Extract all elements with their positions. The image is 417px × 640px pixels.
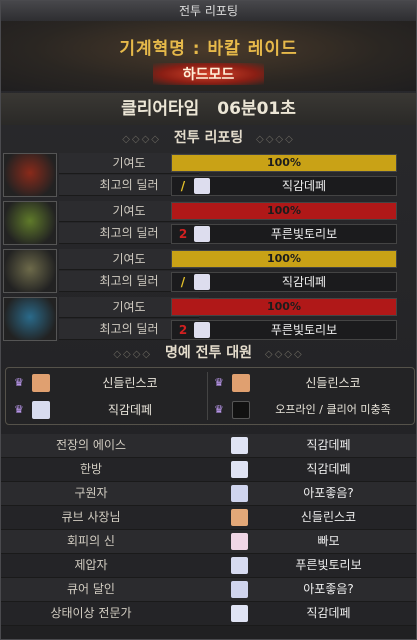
number-2-icon: 2 xyxy=(178,227,188,241)
title-row[interactable]: 회피의 신 빠모 xyxy=(1,530,416,554)
honor-member[interactable]: ♛ 직감데페 xyxy=(6,397,206,423)
top-dealer[interactable]: 2 푸른빛토리보 xyxy=(171,320,397,340)
title-player: 직감데페 xyxy=(306,462,351,476)
difficulty-badge: 하드모드 xyxy=(152,63,265,85)
divider xyxy=(207,372,208,420)
title-label: 전장의 에이스 xyxy=(55,438,127,452)
top-dealer[interactable]: 2 푸른빛토리보 xyxy=(171,224,397,244)
character-icon xyxy=(194,178,210,194)
window-title: 전투 리포팅 xyxy=(1,1,416,22)
title-row[interactable]: 전장의 에이스 직감데페 xyxy=(1,434,416,458)
title-row[interactable]: 상태이상 전문가 직감데페 xyxy=(1,602,416,626)
avatar xyxy=(231,485,248,502)
top-dealer-name: 직감데페 xyxy=(281,179,327,193)
contribution-value: 100% xyxy=(267,204,301,217)
honor-member-name: 신들린스코 xyxy=(102,376,158,390)
avatar xyxy=(231,605,248,622)
title-list: 전장의 에이스 직감데페 한방 직감데페 구원자 아포좋음? 큐브 사장님 신들… xyxy=(1,434,416,626)
title-row[interactable]: 제압자 푸른빛토리보 xyxy=(1,554,416,578)
divider-deco-icon: ◇◇◇◇ xyxy=(256,134,295,145)
clear-time-row: 클리어타임 06분01초 xyxy=(1,93,416,125)
party-row: 기여도 최고의 딜러 100% / 직감데페 xyxy=(3,249,415,295)
contribution-bar: 100% xyxy=(171,202,397,220)
slash-icon: / xyxy=(180,275,186,289)
honor-member[interactable]: ♛ 신들린스코 xyxy=(6,370,206,396)
avatar xyxy=(231,509,248,526)
crown-icon: ♛ xyxy=(214,403,224,416)
avatar xyxy=(231,581,248,598)
title-player: 신들린스코 xyxy=(300,510,357,524)
crown-icon: ♛ xyxy=(214,376,224,389)
character-icon xyxy=(194,274,210,290)
title-player: 직감데페 xyxy=(306,606,351,620)
boss-portrait-icon xyxy=(3,153,57,197)
avatar xyxy=(231,461,248,478)
battle-report-header: ◇◇◇◇ 전투 리포팅 ◇◇◇◇ xyxy=(1,127,416,149)
honor-header: ◇◇◇◇ 명예 전투 대원 ◇◇◇◇ xyxy=(1,342,416,364)
battle-report-title: 전투 리포팅 xyxy=(173,130,244,146)
avatar xyxy=(231,533,248,550)
divider-deco-icon: ◇◇◇◇ xyxy=(122,134,161,145)
crown-icon: ♛ xyxy=(14,376,24,389)
boss-portrait-icon xyxy=(3,297,57,341)
title-row[interactable]: 큐어 달인 아포좋음? xyxy=(1,578,416,602)
title-player: 아포좋음? xyxy=(303,486,354,500)
title-label: 큐어 달인 xyxy=(67,582,115,596)
top-dealer-name: 직감데페 xyxy=(281,275,327,289)
title-label: 큐브 사장님 xyxy=(61,510,121,524)
clear-time-value: 06분01초 xyxy=(217,99,296,119)
empty-avatar xyxy=(232,401,250,419)
boss-portrait-icon xyxy=(3,249,57,293)
slash-icon: / xyxy=(180,179,186,193)
title-label: 구원자 xyxy=(74,486,108,500)
title-row[interactable]: 한방 직감데페 xyxy=(1,458,416,482)
honor-members-box: ♛ 신들린스코 ♛ 신들린스코 ♛ 직감데페 ♛ 오프라인 / 클리어 미충족 xyxy=(5,367,415,425)
number-2-icon: 2 xyxy=(178,323,188,337)
top-dealer[interactable]: / 직감데페 xyxy=(171,272,397,292)
title-player: 직감데페 xyxy=(306,438,351,452)
contribution-bar: 100% xyxy=(171,250,397,268)
title-label: 상태이상 전문가 xyxy=(50,606,132,620)
avatar xyxy=(32,374,50,392)
contribution-bar: 100% xyxy=(171,298,397,316)
title-row[interactable]: 구원자 아포좋음? xyxy=(1,482,416,506)
avatar xyxy=(231,557,248,574)
avatar xyxy=(231,437,248,454)
party-row: 기여도 최고의 딜러 100% 2 푸른빛토리보 xyxy=(3,297,415,343)
party-row: 기여도 최고의 딜러 100% / 직감데페 xyxy=(3,153,415,199)
divider-deco-icon: ◇◇◇◇ xyxy=(113,349,153,360)
contribution-value: 100% xyxy=(267,252,301,265)
divider-deco-icon: ◇◇◇◇ xyxy=(264,349,304,360)
title-player: 빠모 xyxy=(317,534,340,548)
character-icon xyxy=(194,226,210,242)
character-icon xyxy=(194,322,210,338)
boss-portrait-icon xyxy=(3,201,57,245)
title-label: 제압자 xyxy=(74,558,108,572)
title-label: 한방 xyxy=(79,462,103,476)
clear-time-label: 클리어타임 xyxy=(121,99,200,119)
contribution-bar: 100% xyxy=(171,154,397,172)
honor-member: ♛ 오프라인 / 클리어 미충족 xyxy=(208,397,412,423)
title-label: 회피의 신 xyxy=(67,534,115,548)
top-dealer-name: 푸른빛토리보 xyxy=(270,227,338,241)
title-player: 푸른빛토리보 xyxy=(295,558,362,572)
raid-name: 기계혁명 : 바칼 레이드 xyxy=(119,39,298,59)
honor-title: 명예 전투 대원 xyxy=(164,345,253,361)
party-row: 기여도 최고의 딜러 100% 2 푸른빛토리보 xyxy=(3,201,415,247)
contribution-value: 100% xyxy=(267,300,301,313)
honor-member-name: 신들린스코 xyxy=(305,376,361,390)
top-dealer[interactable]: / 직감데페 xyxy=(171,176,397,196)
contribution-value: 100% xyxy=(267,156,301,169)
battle-report-window: 전투 리포팅 기계혁명 : 바칼 레이드 하드모드 클리어타임 06분01초 ◇◇… xyxy=(0,0,417,640)
honor-member-status: 오프라인 / 클리어 미충족 xyxy=(275,403,391,416)
title-row[interactable]: 큐브 사장님 신들린스코 xyxy=(1,506,416,530)
honor-member[interactable]: ♛ 신들린스코 xyxy=(208,370,412,396)
avatar xyxy=(232,374,250,392)
honor-member-name: 직감데페 xyxy=(107,403,153,417)
crown-icon: ♛ xyxy=(14,403,24,416)
title-player: 아포좋음? xyxy=(303,582,354,596)
top-dealer-name: 푸른빛토리보 xyxy=(270,323,338,337)
raid-banner: 기계혁명 : 바칼 레이드 하드모드 xyxy=(1,21,416,91)
avatar xyxy=(32,401,50,419)
